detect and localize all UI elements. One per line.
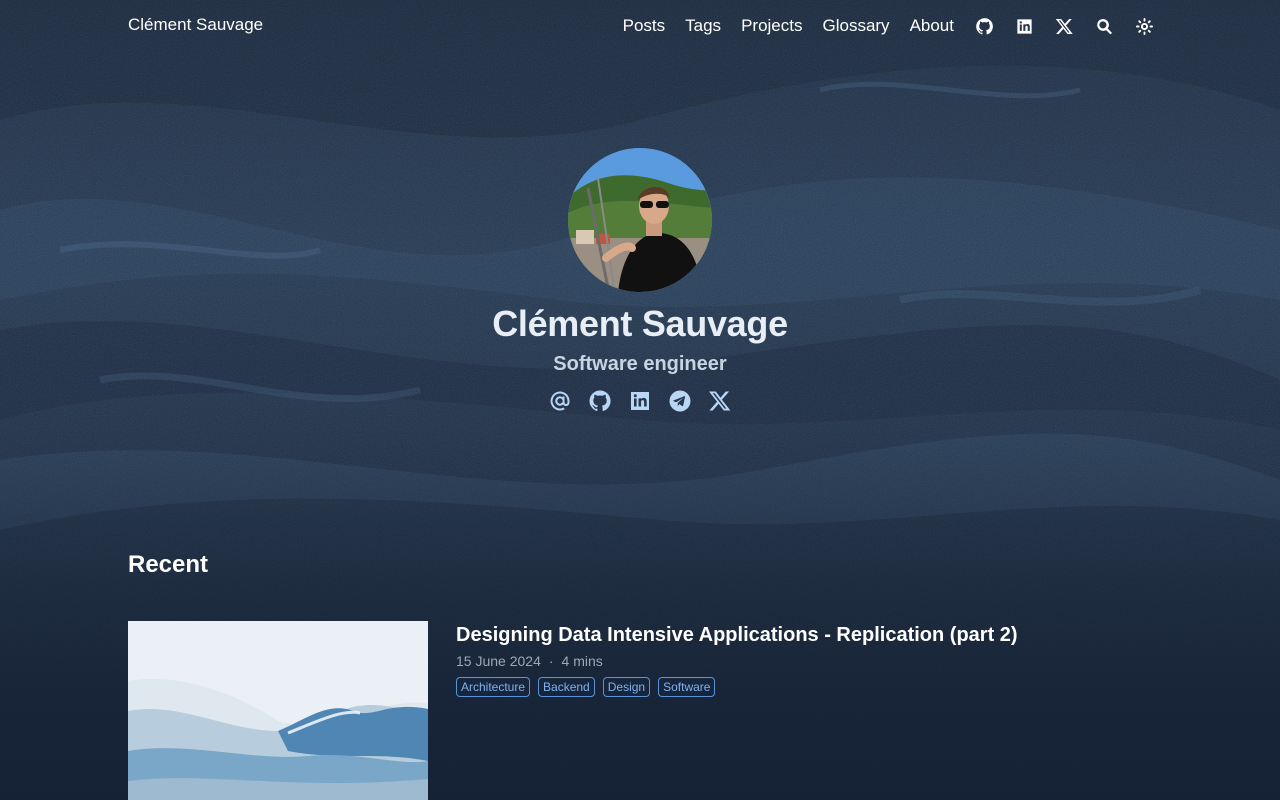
theme-toggle-icon[interactable] (1134, 16, 1154, 36)
nav-tags[interactable]: Tags (685, 14, 721, 38)
post-meta: 15 June 2024 · 4 mins (456, 651, 1018, 671)
nav-glossary[interactable]: Glossary (822, 14, 889, 38)
meta-separator: · (548, 653, 554, 669)
post-body: Designing Data Intensive Applications - … (456, 621, 1018, 697)
linkedin-icon[interactable] (628, 389, 652, 413)
post-title-link[interactable]: Designing Data Intensive Applications - … (456, 621, 1018, 649)
post-reading-time: 4 mins (561, 653, 603, 669)
recent-heading: Recent (128, 551, 209, 578)
linkedin-icon[interactable] (1014, 16, 1034, 36)
main-nav: Posts Tags Projects Glossary About (623, 14, 1154, 38)
x-icon[interactable] (708, 389, 732, 413)
social-links (0, 389, 1280, 413)
github-icon[interactable] (974, 16, 994, 36)
site-header: Clément Sauvage Posts Tags Projects Glos… (0, 0, 1280, 52)
post-card: Designing Data Intensive Applications - … (128, 621, 1152, 800)
telegram-icon[interactable] (668, 389, 692, 413)
tag-software[interactable]: Software (658, 677, 716, 697)
profile-role: Software engineer (553, 353, 727, 375)
post-date: 15 June 2024 (456, 653, 541, 669)
nav-projects[interactable]: Projects (741, 14, 802, 38)
profile-name: Clément Sauvage (492, 303, 788, 344)
x-icon[interactable] (1054, 16, 1074, 36)
avatar (568, 148, 712, 292)
email-icon[interactable] (548, 389, 572, 413)
tag-architecture[interactable]: Architecture (456, 677, 531, 697)
site-brand-link[interactable]: Clément Sauvage (128, 15, 263, 35)
nav-about[interactable]: About (910, 14, 954, 38)
tag-backend[interactable]: Backend (538, 677, 595, 697)
post-thumbnail[interactable] (128, 621, 428, 800)
search-icon[interactable] (1094, 16, 1114, 36)
tag-design[interactable]: Design (602, 677, 651, 697)
post-tags: Architecture Backend Design Software (456, 677, 1018, 697)
page: Clément Sauvage Posts Tags Projects Glos… (0, 0, 1280, 800)
profile-hero: Clément Sauvage Software engineer (0, 148, 1280, 413)
github-icon[interactable] (588, 389, 612, 413)
nav-posts[interactable]: Posts (623, 14, 666, 38)
